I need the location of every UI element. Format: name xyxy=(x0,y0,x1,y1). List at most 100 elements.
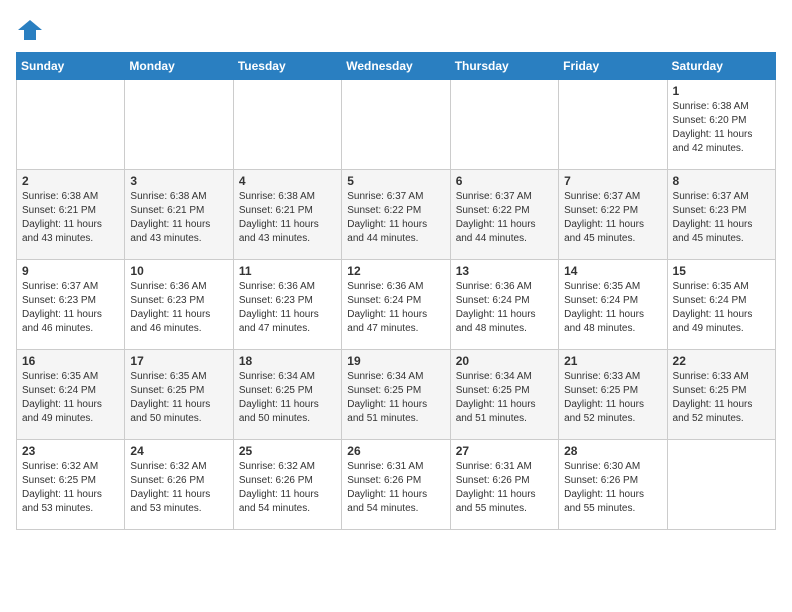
calendar-cell xyxy=(125,80,233,170)
day-number: 6 xyxy=(456,174,553,188)
column-header-tuesday: Tuesday xyxy=(233,53,341,80)
calendar-week-1: 1 Sunrise: 6:38 AM Sunset: 6:20 PM Daylig… xyxy=(17,80,776,170)
calendar-cell: 10 Sunrise: 6:36 AM Sunset: 6:23 PM Dayli… xyxy=(125,260,233,350)
day-number: 1 xyxy=(673,84,770,98)
day-number: 25 xyxy=(239,444,336,458)
day-number: 24 xyxy=(130,444,227,458)
day-number: 21 xyxy=(564,354,661,368)
day-info: Sunrise: 6:32 AM Sunset: 6:26 PM Dayligh… xyxy=(239,460,336,516)
calendar-cell: 15 Sunrise: 6:35 AM Sunset: 6:24 PM Dayli… xyxy=(667,260,775,350)
column-header-sunday: Sunday xyxy=(17,53,125,80)
day-info: Sunrise: 6:34 AM Sunset: 6:25 PM Dayligh… xyxy=(347,370,444,426)
calendar-cell: 27 Sunrise: 6:31 AM Sunset: 6:26 PM Dayli… xyxy=(450,440,558,530)
page-header xyxy=(16,16,776,44)
column-header-thursday: Thursday xyxy=(450,53,558,80)
day-info: Sunrise: 6:31 AM Sunset: 6:26 PM Dayligh… xyxy=(456,460,553,516)
day-info: Sunrise: 6:37 AM Sunset: 6:23 PM Dayligh… xyxy=(22,280,119,336)
day-info: Sunrise: 6:35 AM Sunset: 6:24 PM Dayligh… xyxy=(564,280,661,336)
calendar-cell: 9 Sunrise: 6:37 AM Sunset: 6:23 PM Daylig… xyxy=(17,260,125,350)
calendar-week-3: 9 Sunrise: 6:37 AM Sunset: 6:23 PM Daylig… xyxy=(17,260,776,350)
calendar-cell: 13 Sunrise: 6:36 AM Sunset: 6:24 PM Dayli… xyxy=(450,260,558,350)
calendar-cell: 28Sunrise: 6:30 AM Sunset: 6:26 PM Dayli… xyxy=(559,440,667,530)
day-number: 11 xyxy=(239,264,336,278)
day-number: 14 xyxy=(564,264,661,278)
calendar-cell: 4 Sunrise: 6:38 AM Sunset: 6:21 PM Daylig… xyxy=(233,170,341,260)
column-header-friday: Friday xyxy=(559,53,667,80)
day-info: Sunrise: 6:37 AM Sunset: 6:22 PM Dayligh… xyxy=(564,190,661,246)
calendar-cell: 8 Sunrise: 6:37 AM Sunset: 6:23 PM Daylig… xyxy=(667,170,775,260)
logo-icon xyxy=(16,16,44,44)
day-number: 4 xyxy=(239,174,336,188)
day-number: 13 xyxy=(456,264,553,278)
day-number: 12 xyxy=(347,264,444,278)
calendar-cell xyxy=(233,80,341,170)
calendar-header-row: SundayMondayTuesdayWednesdayThursdayFrid… xyxy=(17,53,776,80)
day-number: 15 xyxy=(673,264,770,278)
day-info: Sunrise: 6:36 AM Sunset: 6:23 PM Dayligh… xyxy=(239,280,336,336)
calendar-cell: 1 Sunrise: 6:38 AM Sunset: 6:20 PM Daylig… xyxy=(667,80,775,170)
day-number: 16 xyxy=(22,354,119,368)
calendar-cell: 23 Sunrise: 6:32 AM Sunset: 6:25 PM Dayli… xyxy=(17,440,125,530)
calendar-cell: 2 Sunrise: 6:38 AM Sunset: 6:21 PM Daylig… xyxy=(17,170,125,260)
calendar-cell xyxy=(559,80,667,170)
day-info: Sunrise: 6:35 AM Sunset: 6:24 PM Dayligh… xyxy=(673,280,770,336)
day-number: 26 xyxy=(347,444,444,458)
day-info: Sunrise: 6:33 AM Sunset: 6:25 PM Dayligh… xyxy=(564,370,661,426)
calendar-cell: 5 Sunrise: 6:37 AM Sunset: 6:22 PM Daylig… xyxy=(342,170,450,260)
calendar-cell: 3 Sunrise: 6:38 AM Sunset: 6:21 PM Daylig… xyxy=(125,170,233,260)
calendar-cell: 18 Sunrise: 6:34 AM Sunset: 6:25 PM Dayli… xyxy=(233,350,341,440)
day-number: 3 xyxy=(130,174,227,188)
day-number: 7 xyxy=(564,174,661,188)
day-number: 9 xyxy=(22,264,119,278)
day-info: Sunrise: 6:36 AM Sunset: 6:24 PM Dayligh… xyxy=(456,280,553,336)
day-number: 22 xyxy=(673,354,770,368)
day-number: 8 xyxy=(673,174,770,188)
calendar-cell xyxy=(17,80,125,170)
calendar-cell: 25 Sunrise: 6:32 AM Sunset: 6:26 PM Dayli… xyxy=(233,440,341,530)
calendar-cell: 6 Sunrise: 6:37 AM Sunset: 6:22 PM Daylig… xyxy=(450,170,558,260)
calendar-cell xyxy=(450,80,558,170)
calendar-week-2: 2 Sunrise: 6:38 AM Sunset: 6:21 PM Daylig… xyxy=(17,170,776,260)
day-number: 19 xyxy=(347,354,444,368)
logo xyxy=(16,16,48,44)
calendar-cell: 19 Sunrise: 6:34 AM Sunset: 6:25 PM Dayli… xyxy=(342,350,450,440)
day-number: 17 xyxy=(130,354,227,368)
day-info: Sunrise: 6:37 AM Sunset: 6:22 PM Dayligh… xyxy=(347,190,444,246)
calendar-cell: 14 Sunrise: 6:35 AM Sunset: 6:24 PM Dayli… xyxy=(559,260,667,350)
day-number: 2 xyxy=(22,174,119,188)
day-number: 5 xyxy=(347,174,444,188)
day-info: Sunrise: 6:32 AM Sunset: 6:26 PM Dayligh… xyxy=(130,460,227,516)
day-info: Sunrise: 6:36 AM Sunset: 6:24 PM Dayligh… xyxy=(347,280,444,336)
calendar-cell xyxy=(342,80,450,170)
day-info: Sunrise: 6:38 AM Sunset: 6:21 PM Dayligh… xyxy=(22,190,119,246)
day-number: 28 xyxy=(564,444,661,458)
day-info: Sunrise: 6:38 AM Sunset: 6:21 PM Dayligh… xyxy=(239,190,336,246)
calendar-cell: 12 Sunrise: 6:36 AM Sunset: 6:24 PM Dayli… xyxy=(342,260,450,350)
day-info: Sunrise: 6:38 AM Sunset: 6:21 PM Dayligh… xyxy=(130,190,227,246)
day-info: Sunrise: 6:35 AM Sunset: 6:24 PM Dayligh… xyxy=(22,370,119,426)
day-info: Sunrise: 6:37 AM Sunset: 6:22 PM Dayligh… xyxy=(456,190,553,246)
calendar-cell: 7 Sunrise: 6:37 AM Sunset: 6:22 PM Daylig… xyxy=(559,170,667,260)
calendar-cell: 17 Sunrise: 6:35 AM Sunset: 6:25 PM Dayli… xyxy=(125,350,233,440)
calendar-table: SundayMondayTuesdayWednesdayThursdayFrid… xyxy=(16,52,776,530)
day-number: 18 xyxy=(239,354,336,368)
calendar-cell: 22 Sunrise: 6:33 AM Sunset: 6:25 PM Dayli… xyxy=(667,350,775,440)
day-info: Sunrise: 6:35 AM Sunset: 6:25 PM Dayligh… xyxy=(130,370,227,426)
calendar-cell: 20 Sunrise: 6:34 AM Sunset: 6:25 PM Dayli… xyxy=(450,350,558,440)
day-info: Sunrise: 6:34 AM Sunset: 6:25 PM Dayligh… xyxy=(239,370,336,426)
day-number: 10 xyxy=(130,264,227,278)
day-info: Sunrise: 6:38 AM Sunset: 6:20 PM Dayligh… xyxy=(673,100,770,156)
column-header-saturday: Saturday xyxy=(667,53,775,80)
day-info: Sunrise: 6:36 AM Sunset: 6:23 PM Dayligh… xyxy=(130,280,227,336)
calendar-cell: 16 Sunrise: 6:35 AM Sunset: 6:24 PM Dayli… xyxy=(17,350,125,440)
column-header-monday: Monday xyxy=(125,53,233,80)
day-info: Sunrise: 6:34 AM Sunset: 6:25 PM Dayligh… xyxy=(456,370,553,426)
day-number: 20 xyxy=(456,354,553,368)
day-number: 23 xyxy=(22,444,119,458)
day-info: Sunrise: 6:32 AM Sunset: 6:25 PM Dayligh… xyxy=(22,460,119,516)
calendar-week-4: 16 Sunrise: 6:35 AM Sunset: 6:24 PM Dayli… xyxy=(17,350,776,440)
day-number: 27 xyxy=(456,444,553,458)
day-info: Sunrise: 6:37 AM Sunset: 6:23 PM Dayligh… xyxy=(673,190,770,246)
calendar-cell: 21 Sunrise: 6:33 AM Sunset: 6:25 PM Dayli… xyxy=(559,350,667,440)
day-info: Sunrise: 6:33 AM Sunset: 6:25 PM Dayligh… xyxy=(673,370,770,426)
